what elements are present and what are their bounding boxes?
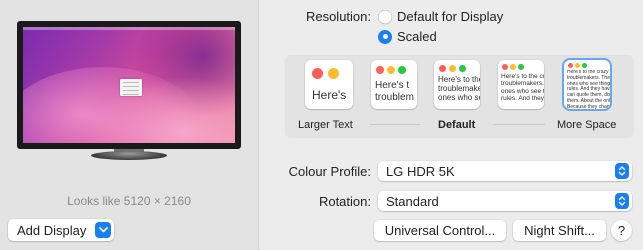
scale-option-default[interactable]: Here's to the troublemakers. ones who se… — [434, 60, 480, 109]
window-buttons-icon — [568, 63, 587, 68]
monitor-base — [91, 151, 167, 160]
scale-preview-text: Here's t troublem — [375, 80, 414, 103]
scale-option-larger-text[interactable]: Here's — [305, 60, 353, 109]
scale-preview-text: Here's to the crazy one troublemakers. T… — [567, 70, 610, 109]
up-down-stepper-icon — [615, 163, 629, 179]
universal-control-button[interactable]: Universal Control... — [374, 220, 506, 241]
window-buttons-icon — [439, 65, 466, 72]
scale-track-left — [370, 124, 420, 125]
scale-track-right — [493, 124, 545, 125]
help-button[interactable]: ? — [611, 220, 632, 241]
scale-preview-text: Here's to the cr troublemakers. ones who… — [501, 73, 544, 103]
resolution-summary: Looks like 5120 × 2160 — [67, 194, 191, 208]
radio-button-selected[interactable] — [378, 29, 392, 44]
radio-button[interactable] — [378, 9, 392, 24]
radio-scaled[interactable]: Scaled — [378, 29, 437, 44]
add-display-popup[interactable]: Add Display — [8, 219, 114, 241]
display-preview-pane: Looks like 5120 × 2160 Add Display — [0, 0, 258, 250]
scale-option-more-space[interactable]: Here's to the crazy one troublemakers. T… — [564, 60, 610, 109]
colour-profile-label: Colour Profile: — [288, 164, 371, 179]
rotation-label: Rotation: — [318, 194, 371, 209]
window-buttons-icon — [312, 68, 339, 79]
scale-label-larger-text: Larger Text — [298, 119, 353, 131]
scale-label-default: Default — [438, 119, 476, 131]
radio-default-for-display[interactable]: Default for Display — [378, 9, 503, 24]
colour-profile-popup[interactable]: LG HDR 5K — [378, 161, 632, 181]
scale-label-more-space: More Space — [557, 119, 617, 131]
scale-preview-text: Here's — [312, 89, 347, 102]
radio-scaled-label: Scaled — [397, 29, 437, 44]
scale-option-4[interactable]: Here's to the cr troublemakers. ones who… — [498, 60, 544, 109]
mini-window — [120, 79, 142, 96]
monitor-screen — [23, 27, 235, 143]
up-down-stepper-icon — [615, 193, 629, 209]
colour-profile-value: LG HDR 5K — [386, 163, 455, 179]
rotation-popup[interactable]: Standard — [378, 191, 632, 211]
rotation-value: Standard — [386, 193, 439, 209]
window-buttons-icon — [376, 66, 406, 74]
scale-preview-text: Here's to the troublemakers. ones who se… — [438, 75, 480, 103]
add-display-label: Add Display — [17, 222, 87, 238]
resolution-label: Resolution: — [305, 9, 371, 24]
scale-option-2[interactable]: Here's t troublem — [371, 60, 417, 109]
mini-menubar — [23, 27, 235, 30]
chevron-down-icon — [95, 222, 111, 238]
night-shift-button[interactable]: Night Shift... — [513, 220, 606, 241]
window-buttons-icon — [502, 64, 524, 70]
radio-default-label: Default for Display — [397, 9, 504, 24]
monitor-bezel — [17, 21, 241, 149]
monitor-illustration — [17, 21, 241, 161]
